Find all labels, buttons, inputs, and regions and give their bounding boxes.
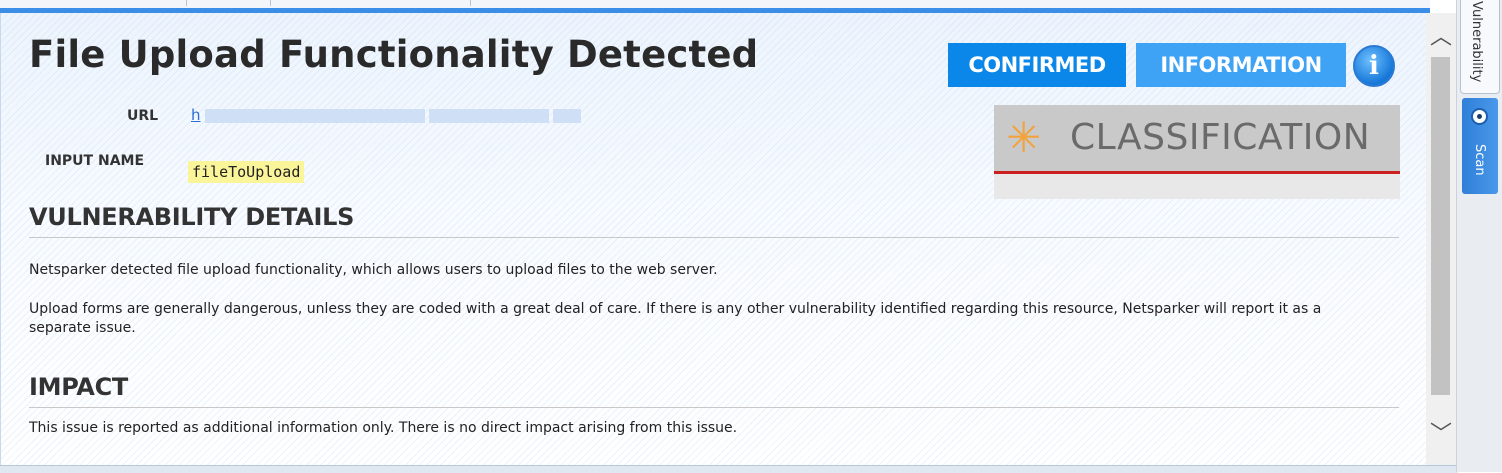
- issue-title: File Upload Functionality Detected: [29, 33, 759, 76]
- classification-panel[interactable]: ✳ CLASSIFICATION: [994, 105, 1400, 199]
- input-name-label: INPUT NAME: [45, 153, 145, 169]
- classification-label: CLASSIFICATION: [1070, 117, 1371, 158]
- tab-separator: [470, 0, 471, 6]
- info-icon[interactable]: i: [1353, 45, 1395, 87]
- input-name-value: fileToUpload: [188, 161, 305, 183]
- impact-heading: IMPACT: [29, 373, 128, 401]
- tab-vulnerability[interactable]: Vulnerability: [1460, 0, 1500, 94]
- redacted-url-block: [429, 109, 549, 123]
- url-link[interactable]: h: [191, 104, 586, 128]
- tab-scan[interactable]: Scan: [1462, 98, 1498, 194]
- asterisk-icon: ✳: [1006, 113, 1042, 162]
- severity-badge: INFORMATION: [1136, 43, 1346, 87]
- top-tab-strip: [0, 0, 1430, 8]
- tab-separator: [270, 0, 271, 6]
- section-divider: [29, 407, 1399, 408]
- tab-separator: [186, 0, 187, 6]
- section-divider: [29, 237, 1399, 238]
- tab-scan-label: Scan: [1472, 144, 1487, 176]
- details-paragraph: Netsparker detected file upload function…: [29, 262, 718, 278]
- scroll-up-icon[interactable]: ︿: [1426, 19, 1456, 57]
- confirmed-badge: CONFIRMED: [948, 43, 1126, 87]
- impact-paragraph: This issue is reported as additional inf…: [29, 420, 738, 436]
- vulnerability-details-heading: VULNERABILITY DETAILS: [29, 203, 355, 231]
- url-visible-text: h: [191, 106, 201, 124]
- scroll-thumb[interactable]: [1431, 57, 1450, 395]
- details-paragraph: Upload forms are generally dangerous, un…: [29, 301, 1322, 336]
- redacted-url-block: [553, 109, 581, 123]
- url-label: URL: [127, 108, 159, 124]
- tab-vulnerability-label: Vulnerability: [1469, 1, 1484, 83]
- vertical-scrollbar[interactable]: ︿ ﹀: [1426, 13, 1456, 465]
- scroll-down-icon[interactable]: ﹀: [1426, 416, 1456, 454]
- eye-icon: [1471, 108, 1488, 125]
- classification-header: ✳ CLASSIFICATION: [994, 105, 1400, 174]
- issue-report-panel: File Upload Functionality Detected URL h…: [0, 13, 1427, 465]
- redacted-url-block: [205, 109, 425, 123]
